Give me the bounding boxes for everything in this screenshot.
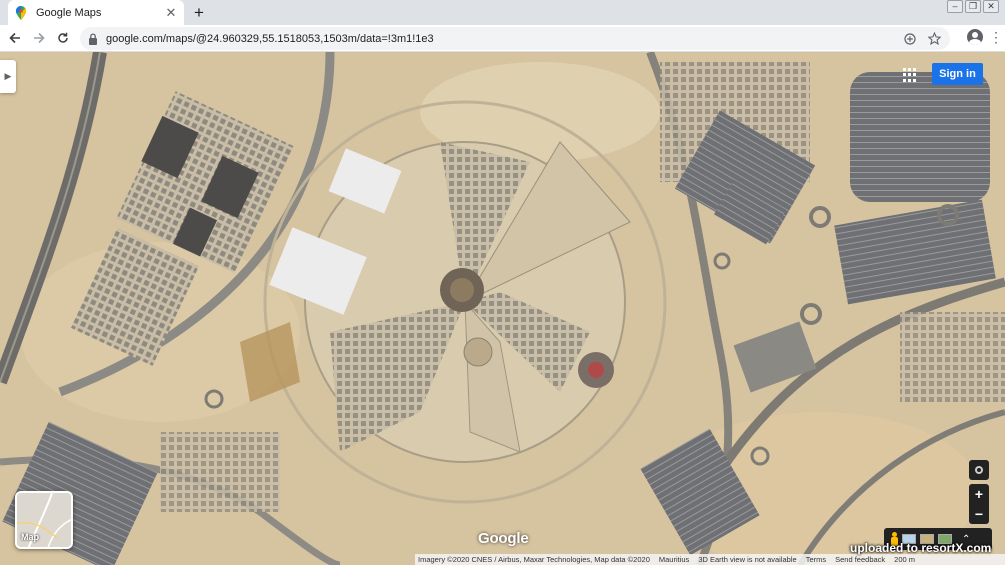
back-icon[interactable]	[6, 29, 24, 47]
restore-button[interactable]: ❐	[965, 0, 981, 13]
map-footer: Imagery ©2020 CNES / Airbus, Maxar Techn…	[415, 554, 1005, 565]
tab-title: Google Maps	[36, 6, 102, 19]
terms-link[interactable]: Terms	[806, 555, 826, 564]
minimize-button[interactable]: –	[947, 0, 963, 13]
tab-google-maps[interactable]: Google Maps ✕	[8, 0, 184, 25]
my-location-icon[interactable]	[969, 460, 989, 480]
reload-icon[interactable]	[54, 29, 72, 47]
side-panel-toggle[interactable]: ▶	[0, 60, 16, 93]
address-bar[interactable]: google.com/maps/@24.960329,55.1518053,15…	[80, 27, 950, 50]
zoom-out-button[interactable]: −	[969, 504, 989, 524]
window-controls: – ❐ ✕	[947, 0, 999, 14]
browser-toolbar: google.com/maps/@24.960329,55.1518053,15…	[0, 25, 1005, 52]
lock-icon	[88, 32, 100, 45]
watermark: uploaded to resortX.com	[850, 541, 992, 555]
minimap-label: Map	[21, 532, 39, 542]
map-layer-switcher[interactable]: Map	[15, 491, 73, 549]
imagery-attribution: Imagery ©2020 CNES / Airbus, Maxar Techn…	[418, 555, 650, 564]
star-icon[interactable]	[926, 31, 942, 47]
send-feedback-link[interactable]: Send feedback	[835, 555, 885, 564]
zoom-control: + −	[969, 484, 989, 524]
sign-in-button[interactable]: Sign in	[932, 63, 983, 85]
google-logo: Google	[478, 530, 529, 547]
earth-view-note: 3D Earth view is not available	[698, 555, 797, 564]
google-apps-icon[interactable]	[903, 68, 917, 82]
satellite-map[interactable]: ▶ Sign in + − Map Google ⌃ Imagery ©2020…	[0, 52, 1005, 565]
maps-favicon-icon	[14, 5, 28, 20]
new-tab-button[interactable]: +	[190, 3, 208, 21]
url-text: google.com/maps/@24.960329,55.1518053,15…	[106, 32, 434, 45]
zoom-in-button[interactable]: +	[969, 484, 989, 504]
close-window-button[interactable]: ✕	[983, 0, 999, 13]
satellite-imagery	[0, 52, 1005, 565]
add-icon[interactable]	[902, 31, 918, 47]
tab-strip: Google Maps ✕ + – ❐ ✕	[0, 0, 1005, 25]
profile-icon[interactable]	[967, 29, 983, 45]
region-link[interactable]: Mauritius	[659, 555, 689, 564]
forward-icon[interactable]	[30, 29, 48, 47]
scale-bar[interactable]: 200 m	[894, 555, 915, 564]
kebab-icon[interactable]: ⋮	[989, 30, 1003, 44]
toolbar-right: ⋮	[967, 29, 1003, 45]
close-icon[interactable]: ✕	[164, 6, 178, 20]
